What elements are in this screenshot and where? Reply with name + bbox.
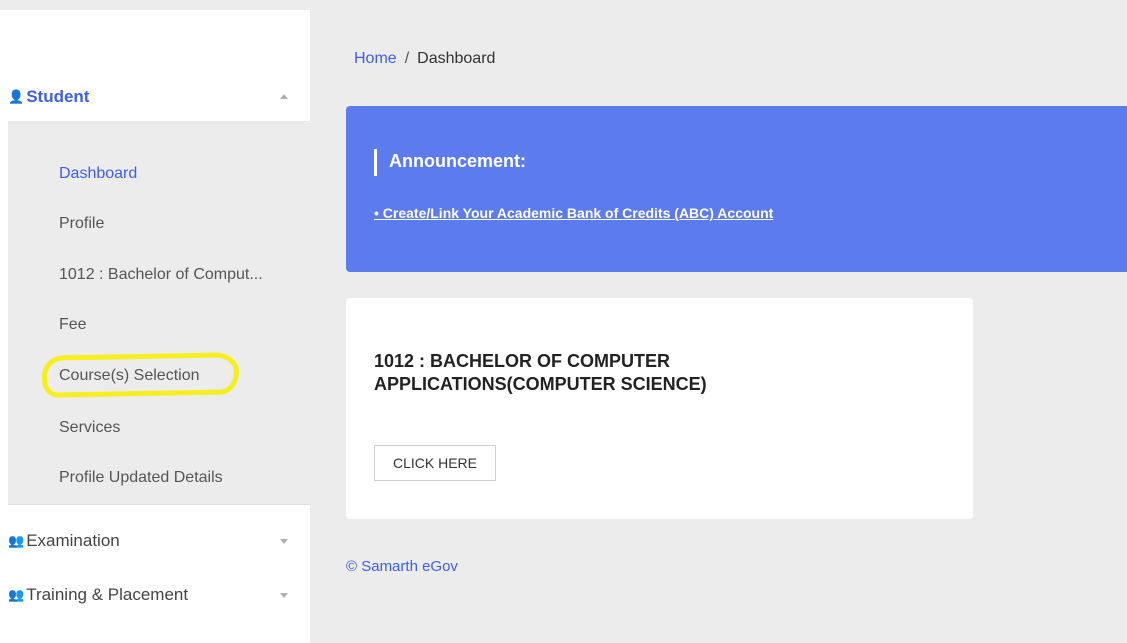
sidebar: 👤 Student Dashboard Profile 1012 : Bache… bbox=[0, 10, 310, 643]
group-icon: 👥 bbox=[8, 587, 25, 602]
user-icon: 👤 bbox=[8, 89, 25, 104]
announcement-title: Announcement: bbox=[389, 151, 526, 171]
sidebar-section-label: Student bbox=[26, 87, 90, 106]
chevron-down-icon bbox=[280, 593, 288, 598]
sidebar-section-label: Examination bbox=[26, 531, 120, 550]
sidebar-item-services[interactable]: Services bbox=[59, 418, 120, 438]
breadcrumb-current: Dashboard bbox=[417, 50, 496, 67]
abc-account-link[interactable]: • Create/Link Your Academic Bank of Cred… bbox=[374, 205, 773, 221]
breadcrumb: Home / Dashboard bbox=[354, 50, 495, 68]
announcement-panel: Announcement: • Create/Link Your Academi… bbox=[346, 106, 1127, 272]
sidebar-section-training-placement[interactable]: 👥 Training & Placement bbox=[8, 571, 310, 619]
sidebar-item-fee[interactable]: Fee bbox=[59, 315, 87, 335]
student-submenu: Dashboard Profile 1012 : Bachelor of Com… bbox=[8, 122, 310, 505]
sidebar-item-dashboard[interactable]: Dashboard bbox=[59, 164, 137, 184]
group-icon: 👥 bbox=[8, 533, 25, 548]
program-title: 1012 : BACHELOR OF COMPUTER APPLICATIONS… bbox=[374, 351, 707, 394]
announcement-accent-bar bbox=[374, 149, 377, 176]
sidebar-section-student[interactable]: 👤 Student bbox=[8, 73, 310, 122]
click-here-button[interactable]: CLICK HERE bbox=[374, 445, 496, 481]
sidebar-section-label: Training & Placement bbox=[26, 585, 189, 604]
sidebar-section-examination[interactable]: 👥 Examination bbox=[8, 517, 310, 565]
footer-credit: © Samarth eGov bbox=[346, 558, 458, 575]
breadcrumb-home-link[interactable]: Home bbox=[354, 50, 397, 67]
chevron-up-icon bbox=[280, 94, 288, 99]
program-card: 1012 : BACHELOR OF COMPUTER APPLICATIONS… bbox=[346, 298, 973, 519]
breadcrumb-separator: / bbox=[404, 50, 410, 67]
sidebar-item-profile-updated-details[interactable]: Profile Updated Details bbox=[59, 468, 223, 488]
sidebar-item-profile[interactable]: Profile bbox=[59, 214, 104, 234]
sidebar-item-course-selection[interactable]: Course(s) Selection bbox=[59, 366, 200, 386]
sidebar-item-program[interactable]: 1012 : Bachelor of Comput... bbox=[59, 265, 263, 285]
chevron-down-icon bbox=[280, 539, 288, 544]
